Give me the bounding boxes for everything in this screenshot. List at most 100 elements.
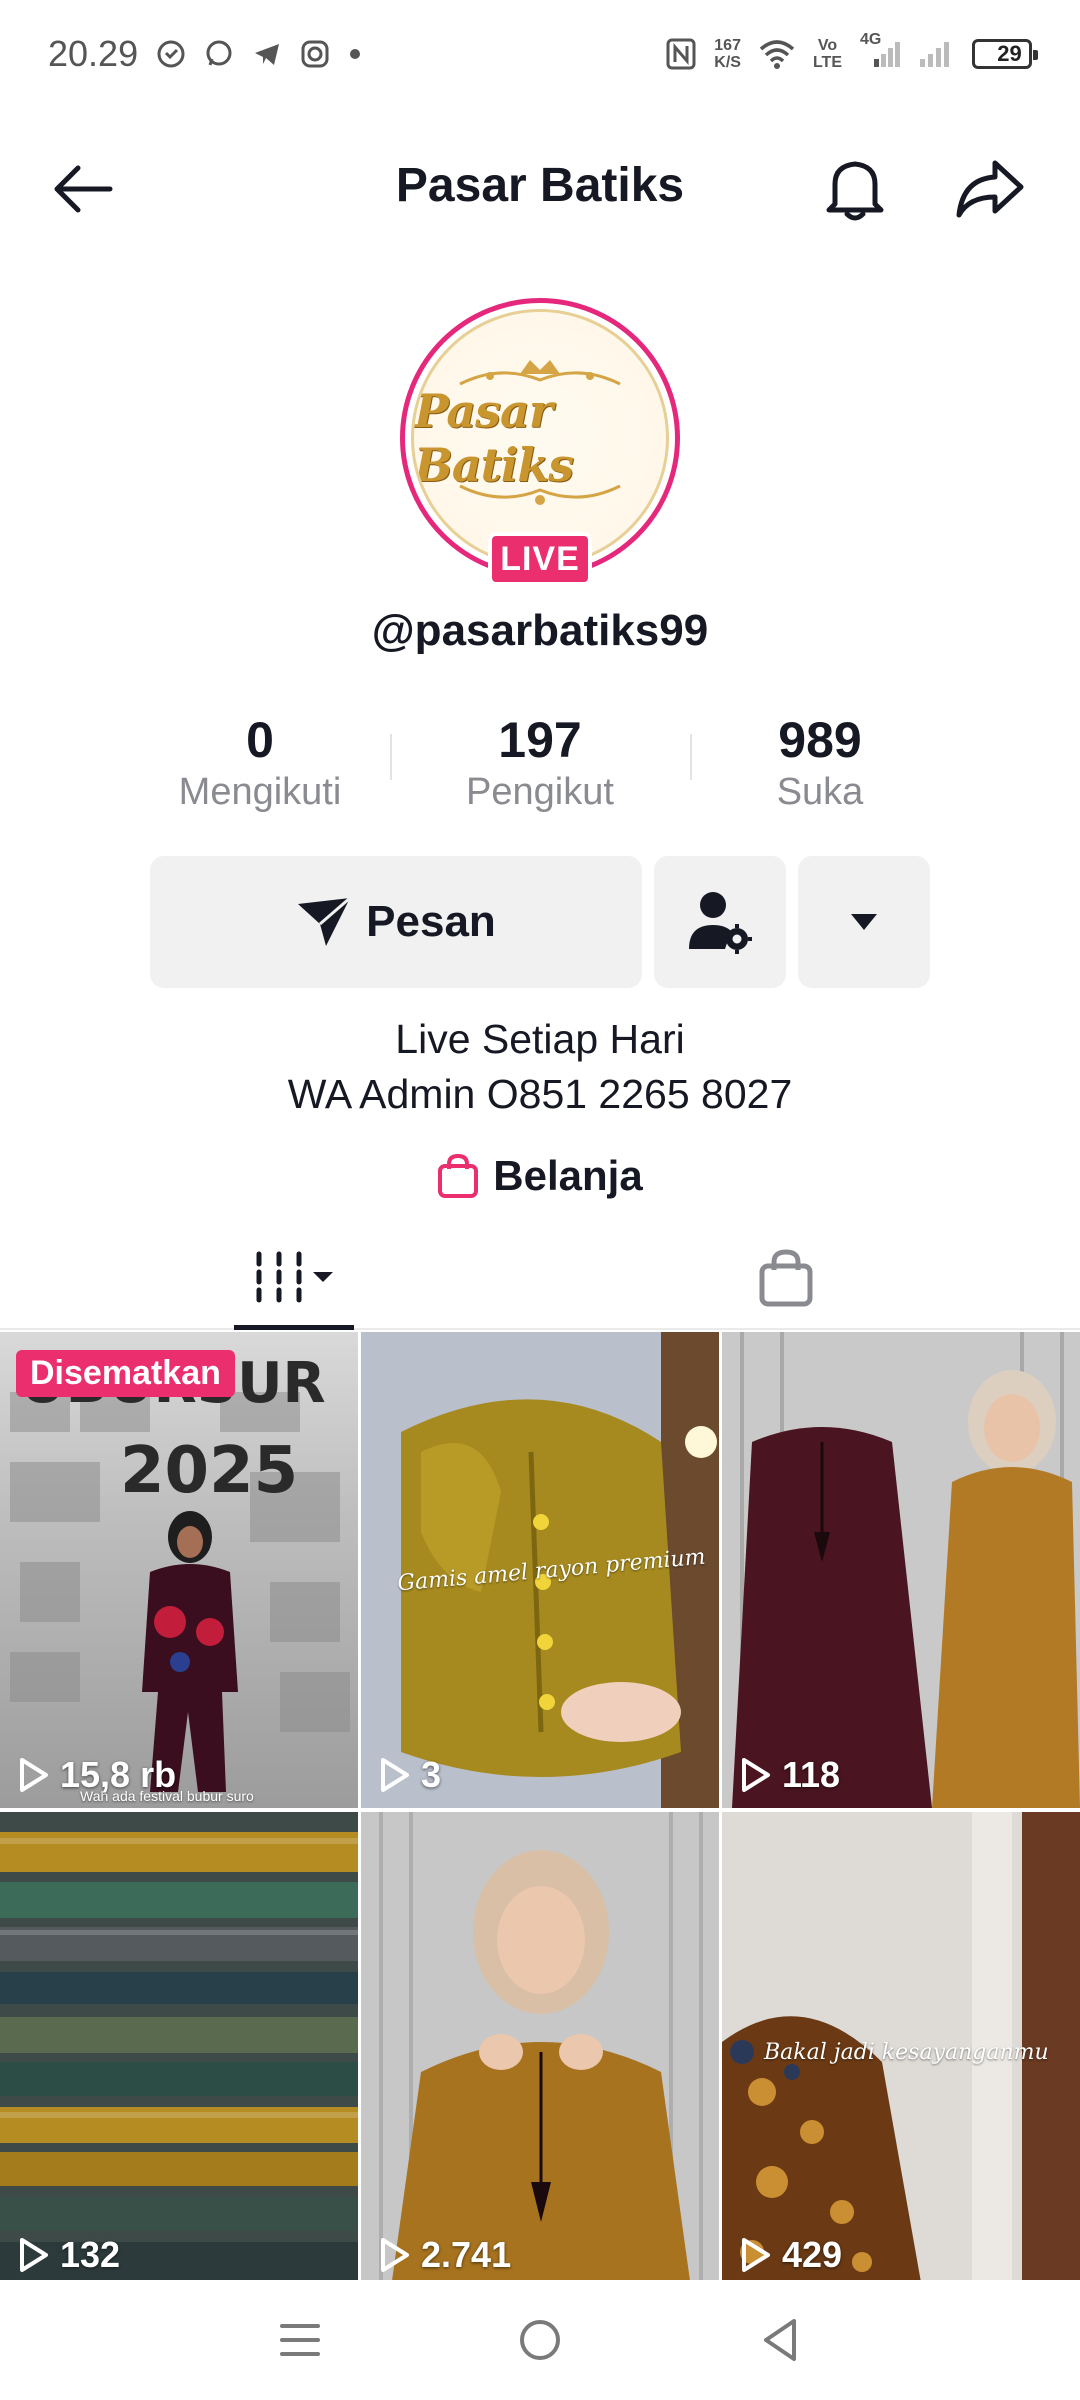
bio-line: WA Admin O851 2265 8027 [287,1071,793,1117]
home-circle-icon [520,2320,560,2360]
stat-label: Pengikut [466,771,614,813]
stat-label: Suka [776,771,864,813]
cellular-signal-icon: 4G [860,31,900,69]
video-grid: UBURSUR 2025 Disematkan Wah ada festival… [0,1332,1080,2288]
video-thumbnail[interactable]: Gamis amel rayon premium 3 [361,1332,719,1808]
thumbnail-image [0,1812,358,2288]
stat-divider [390,734,392,780]
battery-indicator: 29 [972,39,1038,69]
stat-value: 989 [778,712,862,768]
view-count-value: 2.741 [421,2234,512,2275]
menu-icon [280,2324,320,2356]
stat-value: 0 [246,712,274,768]
video-grid-icon [256,1251,333,1303]
view-count-value: 429 [782,2234,843,2275]
view-count: 118 [740,1754,840,1796]
message-notification-icon [156,39,186,69]
view-count: 132 [18,2234,120,2276]
notifications-button[interactable] [820,154,890,224]
home-button[interactable] [500,2300,580,2380]
view-count: 429 [740,2234,842,2276]
shop-link-label: Belanja [493,1152,643,1199]
back-button[interactable] [48,154,118,224]
back-triangle-icon [764,2319,796,2361]
stat-value: 197 [498,712,582,768]
tab-shop[interactable] [726,1226,846,1330]
svg-text:2025: 2025 [120,1434,298,1508]
whatsapp-icon [204,39,234,69]
network-speed: 167 K/S [714,37,741,71]
video-thumbnail[interactable]: 2.741 [361,1812,719,2288]
volte-indicator: Vo LTE [812,37,842,71]
nfc-icon [666,38,696,70]
share-arrow-icon [956,160,1024,218]
view-count-value: 118 [782,1754,841,1795]
username: @pasarbatiks99 [371,606,709,655]
bell-icon [826,161,884,221]
profile-header: Pasar Batiks [0,120,1080,250]
view-count-value: 3 [421,1754,442,1795]
play-icon [742,1758,770,1792]
caret-down-icon [851,914,877,930]
thumbnail-image: UBURSUR 2025 [10,1351,350,1792]
video-thumbnail[interactable]: 118 [722,1332,1080,1808]
system-navigation-bar [0,2280,1080,2400]
shopping-bag-icon [759,1249,813,1307]
view-count: 15,8 rb [18,1754,176,1796]
view-count-value: 132 [60,2234,121,2275]
avatar-logo-text: Pasar Batiks [414,384,574,492]
profile-avatar[interactable]: Pasar Batiks LIVE [400,298,680,588]
stat-followers[interactable]: 197 Pengikut [416,712,664,822]
video-caption: Bakal jadi kesayanganmu [764,2040,1049,2065]
ornament-icon [459,484,621,505]
page-title: Pasar Batiks [395,158,685,212]
active-tab-indicator [234,1325,354,1330]
live-badge[interactable]: LIVE [488,532,592,586]
content-tabs [0,1226,1080,1330]
share-button[interactable] [950,154,1030,224]
view-count: 2.741 [379,2234,511,2276]
play-icon [742,2238,770,2272]
message-button-label: Pesan [366,897,496,946]
avatar-image: Pasar Batiks [411,309,669,567]
recent-apps-button[interactable] [260,2300,340,2380]
crown-ornament-icon [459,360,621,386]
stat-divider [690,734,692,780]
back-arrow-icon [54,165,113,213]
stat-following[interactable]: 0 Mengikuti [136,712,384,822]
user-settings-icon [689,892,752,954]
profile-bio: Live Setiap Hari WA Admin O851 2265 8027 [0,1012,1080,1122]
profile-stats: 0 Mengikuti 197 Pengikut 989 Suka [136,712,944,822]
video-thumbnail[interactable]: UBURSUR 2025 Disematkan Wah ada festival… [0,1332,358,1808]
instagram-icon [300,39,330,69]
system-back-button[interactable] [740,2300,820,2380]
shopping-bag-icon [438,1153,479,1198]
shop-link[interactable]: Belanja [0,1152,1080,1200]
status-time: 20.29 [48,33,139,74]
play-icon [20,2238,48,2272]
play-icon [381,2238,409,2272]
telegram-icon [252,39,282,69]
thumbnail-image [722,1332,1080,1808]
profile-actions: Pesan [150,856,930,988]
more-options-button[interactable] [798,856,930,988]
cellular-signal-2-icon [918,39,954,69]
pinned-badge: Disematkan [16,1350,235,1397]
stat-label: Mengikuti [178,771,342,813]
more-notifications-dot-icon [348,47,362,61]
thumbnail-image [361,1812,719,2288]
suggested-accounts-button[interactable] [654,856,786,988]
play-icon [381,1758,409,1792]
tab-videos[interactable] [234,1226,354,1330]
wifi-icon [759,39,795,69]
send-icon [298,896,352,946]
message-button[interactable]: Pesan [150,856,642,988]
bio-line: Live Setiap Hari [395,1016,685,1062]
status-bar: 20.29 167 K/S Vo LTE 4G 29 [0,0,1080,108]
view-count: 3 [379,1754,441,1796]
play-icon [20,1758,48,1792]
stat-likes[interactable]: 989 Suka [696,712,944,822]
video-thumbnail[interactable]: 132 [0,1812,358,2288]
view-count-value: 15,8 rb [60,1754,177,1795]
video-thumbnail[interactable]: Bakal jadi kesayanganmu 429 [722,1812,1080,2288]
